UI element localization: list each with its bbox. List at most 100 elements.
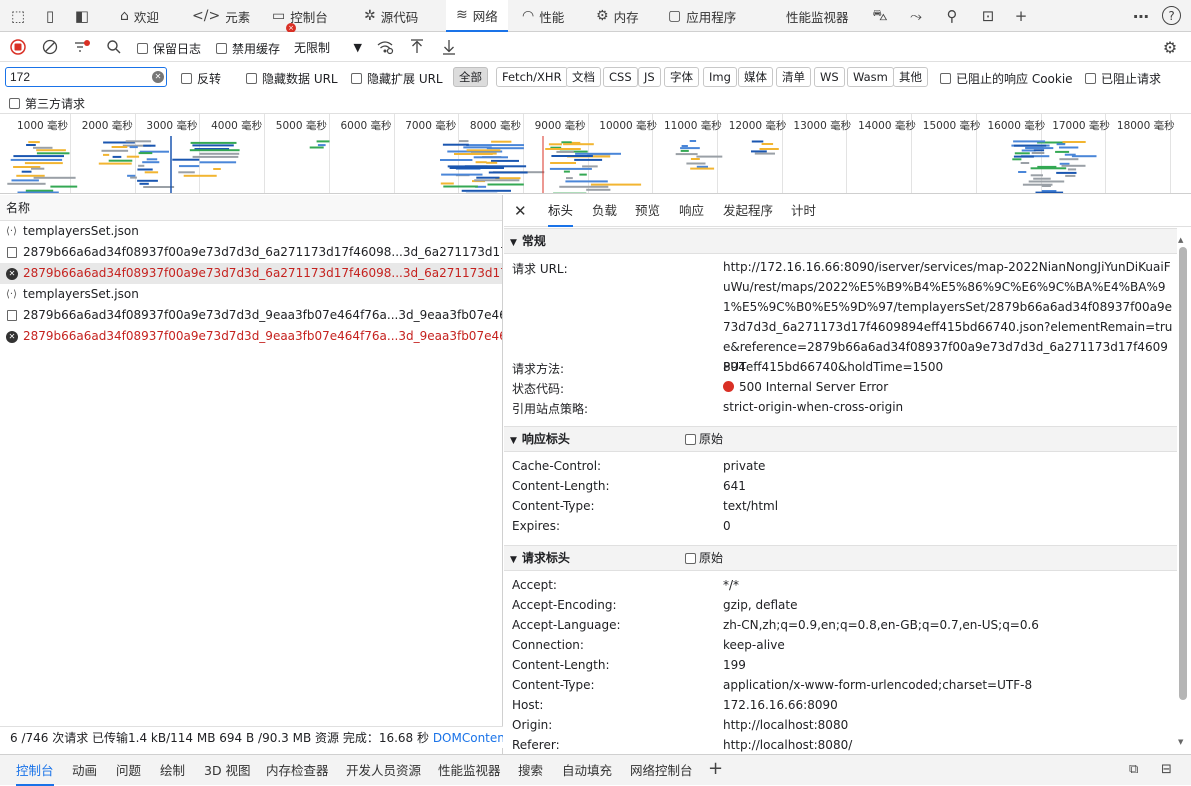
request-row[interactable]: ✕ 2879b66a6ad34f08937f00a9e73d7d3d_6a2711… <box>0 263 502 284</box>
type-filter-other[interactable]: 其他 <box>893 67 928 87</box>
header-name: Origin: <box>512 718 553 732</box>
clear-button[interactable] <box>40 37 60 57</box>
type-filter-img[interactable]: Img <box>703 67 737 87</box>
raw-toggle-checkbox[interactable]: 原始 <box>685 546 723 570</box>
device-emulation-icon[interactable]: ▯ <box>40 6 60 26</box>
scrollbar-thumb[interactable] <box>1179 247 1187 700</box>
export-har-button[interactable] <box>439 37 459 57</box>
invert-checkbox[interactable]: 反转 <box>181 70 221 87</box>
third-party-checkbox[interactable]: 第三方请求 <box>9 95 85 112</box>
drawer-tab[interactable]: 绘制 <box>160 755 185 786</box>
throttling-select[interactable]: 无限制 ▼ <box>290 37 366 57</box>
drawer-tab[interactable]: 内存检查器 <box>266 755 329 786</box>
type-filter-font[interactable]: 字体 <box>664 67 699 87</box>
header-value: 172.16.16.66:8090 <box>723 698 838 712</box>
add-drawer-tab-icon[interactable]: + <box>708 758 723 779</box>
request-headers-section-header[interactable]: ▼ 请求标头 原始 <box>504 545 1177 571</box>
preserve-log-checkbox[interactable]: 保留日志 <box>137 40 201 57</box>
request-row[interactable]: ⟨·⟩ templayersSet.json <box>0 284 502 305</box>
css-overview-icon[interactable]: ⛍ <box>870 6 890 26</box>
tab-headers[interactable]: 标头 <box>548 195 574 227</box>
close-drawer-icon[interactable]: ⊟ <box>1161 762 1172 777</box>
recorder-icon[interactable]: ⚲ <box>942 6 962 26</box>
type-filter-manifest[interactable]: 清单 <box>776 67 811 87</box>
tab-welcome[interactable]: ⌂ 欢迎 <box>114 0 165 32</box>
drawer-tab[interactable]: 搜索 <box>518 755 543 786</box>
timeline-request-bar <box>1065 174 1076 177</box>
hide-data-url-checkbox[interactable]: 隐藏数据 URL <box>246 70 338 87</box>
timeline-request-bar <box>1030 167 1067 170</box>
blocked-requests-checkbox[interactable]: 已阻止请求 <box>1085 70 1161 87</box>
drawer-tab[interactable]: 控制台 <box>16 755 54 786</box>
add-tab-icon[interactable]: + <box>1011 6 1031 26</box>
import-har-button[interactable] <box>407 37 427 57</box>
network-overview-timeline[interactable]: 1000 毫秒 2000 毫秒 3000 毫秒 4000 毫秒 5000 毫秒 6000 … <box>0 114 1191 194</box>
scroll-up-icon[interactable]: ▲ <box>1178 236 1183 244</box>
close-details-icon[interactable]: ✕ <box>514 195 527 227</box>
type-filter-doc[interactable]: 文档 <box>566 67 601 87</box>
details-scrollbar[interactable]: ▲ ▼ <box>1178 236 1187 746</box>
tab-initiator[interactable]: 发起程序 <box>723 195 773 227</box>
timeline-request-bar <box>17 191 59 193</box>
scroll-down-icon[interactable]: ▼ <box>1178 738 1183 746</box>
checkbox-icon <box>940 73 951 84</box>
tab-sources[interactable]: ✲ 源代码 <box>358 0 424 32</box>
undock-drawer-icon[interactable]: ⧉ <box>1129 762 1138 777</box>
dock-sidebar-icon[interactable]: ◧ <box>72 6 92 26</box>
request-row[interactable]: 2879b66a6ad34f08937f00a9e73d7d3d_6a27117… <box>0 242 502 263</box>
clear-filter-icon[interactable]: ✕ <box>152 71 164 83</box>
filter-input[interactable] <box>5 67 167 87</box>
tab-application[interactable]: ▢ 应用程序 <box>662 0 742 32</box>
status-summary: 6 /746 次请求 已传输1.4 kB/114 MB 694 B /90.3 … <box>10 731 433 745</box>
blocked-cookies-checkbox[interactable]: 已阻止的响应 Cookie <box>940 70 1073 87</box>
network-conditions-button[interactable] <box>375 37 395 57</box>
network-conditions-icon[interactable]: ⤳ <box>906 6 926 26</box>
tab-elements[interactable]: </> 元素 <box>186 0 256 32</box>
tab-timing[interactable]: 计时 <box>791 195 816 227</box>
disable-cache-checkbox[interactable]: 禁用缓存 <box>216 40 280 57</box>
drawer-tab[interactable]: 自动填充 <box>562 755 612 786</box>
tab-performance-monitor[interactable]: 性能监视器 <box>780 0 855 32</box>
drawer-tab[interactable]: 开发人员资源 <box>346 755 421 786</box>
tab-network[interactable]: ≋ 网络 <box>446 0 508 32</box>
request-row[interactable]: ⟨·⟩ templayersSet.json <box>0 221 502 242</box>
drawer-tab[interactable]: 网络控制台 <box>630 755 693 786</box>
network-settings-button[interactable]: ⚙ <box>1160 37 1180 57</box>
tab-preview[interactable]: 预览 <box>635 195 660 227</box>
inspect-icon[interactable]: ⬚ <box>8 6 28 26</box>
timeline-request-bar <box>454 153 493 155</box>
general-section-header[interactable]: ▼ 常规 <box>504 228 1177 254</box>
drawer-tab[interactable]: 性能监视器 <box>438 755 501 786</box>
timeline-request-bar <box>473 156 508 159</box>
timeline-request-bar <box>551 155 593 157</box>
hide-extension-url-checkbox[interactable]: 隐藏扩展 URL <box>351 70 443 87</box>
dom-content-loaded-link[interactable]: DOMContentLoad <box>433 731 503 745</box>
header-name: Content-Length: <box>512 479 610 493</box>
type-filter-ws[interactable]: WS <box>814 67 845 87</box>
raw-toggle-checkbox[interactable]: 原始 <box>685 427 723 451</box>
help-icon[interactable]: ? <box>1162 6 1181 25</box>
drawer-tab[interactable]: 动画 <box>72 755 97 786</box>
type-filter-media[interactable]: 媒体 <box>738 67 773 87</box>
drawer-tab[interactable]: 问题 <box>116 755 141 786</box>
tab-console[interactable]: ▭ × 控制台 <box>266 0 334 33</box>
type-filter-wasm[interactable]: Wasm <box>847 67 894 87</box>
issues-icon[interactable]: ⊡ <box>978 6 998 26</box>
request-row[interactable]: 2879b66a6ad34f08937f00a9e73d7d3d_9eaa3fb… <box>0 305 502 326</box>
request-row[interactable]: ✕ 2879b66a6ad34f08937f00a9e73d7d3d_9eaa3f… <box>0 326 502 347</box>
filter-toggle-button[interactable] <box>72 37 92 57</box>
type-filter-js[interactable]: JS <box>638 67 661 87</box>
tab-payload[interactable]: 负载 <box>592 195 617 227</box>
type-filter-all[interactable]: 全部 <box>453 67 488 87</box>
type-filter-fetch-xhr[interactable]: Fetch/XHR <box>496 67 568 87</box>
response-headers-section-header[interactable]: ▼ 响应标头 原始 <box>504 426 1177 452</box>
record-button[interactable] <box>8 37 28 57</box>
search-button[interactable] <box>104 37 124 57</box>
type-filter-css[interactable]: CSS <box>603 67 638 87</box>
tab-memory[interactable]: ⚙ 内存 <box>590 0 645 32</box>
drawer-tab[interactable]: 3D 视图 <box>204 755 251 786</box>
name-column-header[interactable]: 名称 <box>0 195 502 221</box>
tab-performance[interactable]: ◠ 性能 <box>516 0 570 32</box>
tab-response[interactable]: 响应 <box>679 195 704 227</box>
more-options-icon[interactable]: ⋯ <box>1131 6 1151 26</box>
